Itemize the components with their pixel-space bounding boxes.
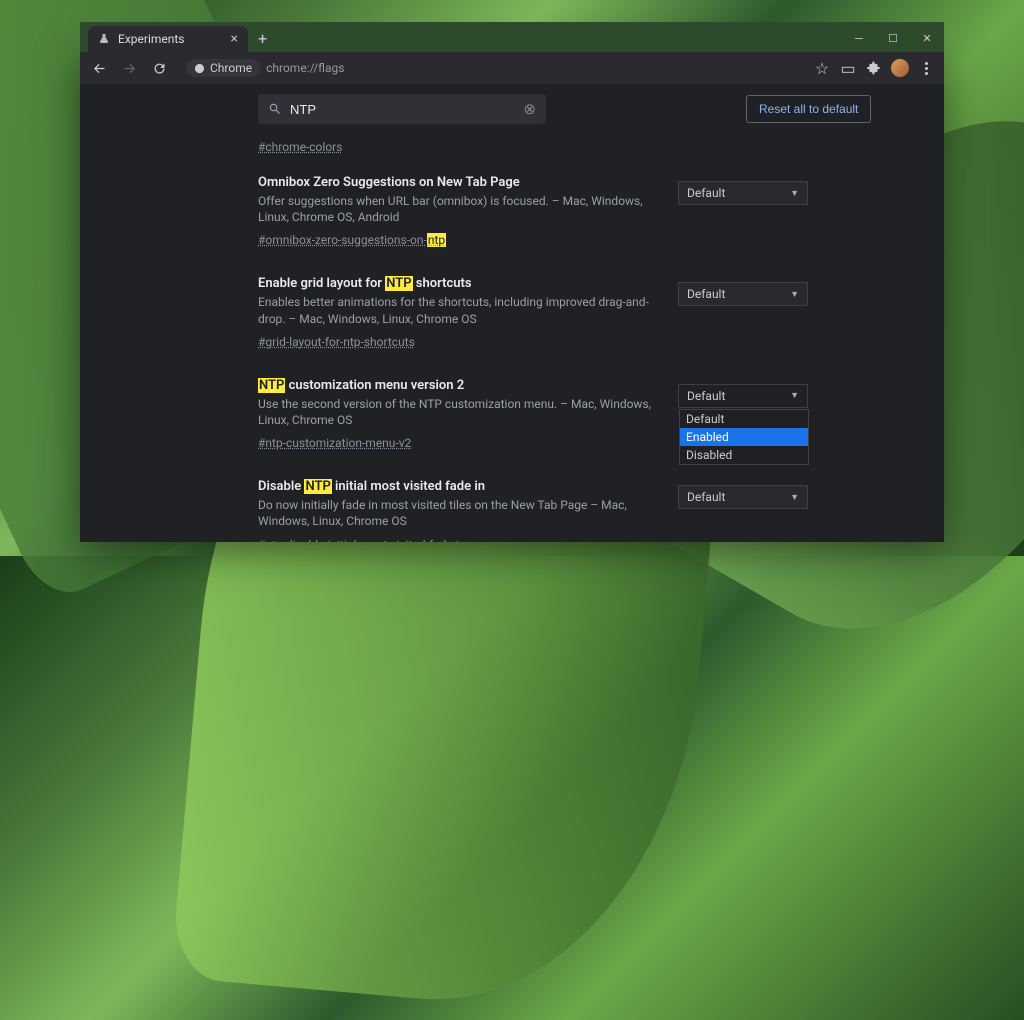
back-button[interactable]	[86, 55, 112, 81]
chrome-icon	[194, 63, 205, 74]
close-button[interactable]: ✕	[910, 24, 944, 52]
clear-icon[interactable]: ⊗	[523, 100, 536, 118]
search-input[interactable]	[290, 102, 515, 117]
flag-item: Enable grid layout for NTP shortcuts Ena…	[258, 262, 872, 363]
toolbar: Chrome chrome://flags ☆ ▭	[80, 52, 944, 84]
tab-title: Experiments	[118, 32, 185, 46]
flag-description: Use the second version of the NTP custom…	[258, 396, 658, 428]
menu-button[interactable]	[914, 56, 938, 80]
flag-item: NTP customization menu version 2 Use the…	[258, 364, 872, 465]
search-icon	[268, 102, 282, 116]
minimize-button[interactable]: ─	[842, 24, 876, 52]
tab-experiments[interactable]: Experiments ×	[88, 26, 248, 52]
flag-dropdown: Default Enabled Disabled	[679, 409, 809, 465]
flag-item: Disable NTP initial most visited fade in…	[258, 465, 872, 542]
flag-select[interactable]: Default▼	[678, 282, 808, 306]
address-bar[interactable]: Chrome chrome://flags	[176, 56, 806, 80]
chevron-down-icon: ▼	[790, 390, 799, 401]
chevron-down-icon: ▼	[790, 492, 799, 503]
flag-item: Omnibox Zero Suggestions on New Tab Page…	[258, 161, 872, 262]
flags-search[interactable]: ⊗	[258, 94, 546, 124]
flag-link[interactable]: #ntp-disable-initial-most-visited-fade-i…	[258, 538, 466, 543]
flag-description: Do now initially fade in most visited ti…	[258, 497, 658, 529]
dropdown-option[interactable]: Disabled	[680, 446, 808, 464]
flag-link[interactable]: #omnibox-zero-suggestions-on-ntp	[258, 233, 446, 247]
dropdown-option[interactable]: Default	[680, 410, 808, 428]
reload-button[interactable]	[146, 55, 172, 81]
flag-select[interactable]: Default▼	[678, 485, 808, 509]
close-icon[interactable]: ×	[231, 31, 238, 47]
site-chip: Chrome	[186, 59, 260, 77]
chevron-down-icon: ▼	[790, 289, 799, 300]
dropdown-option[interactable]: Enabled	[680, 428, 808, 446]
forward-button[interactable]	[116, 55, 142, 81]
flag-description: Enables better animations for the shortc…	[258, 294, 658, 326]
flag-title: Omnibox Zero Suggestions on New Tab Page	[258, 175, 658, 190]
reset-all-button[interactable]: Reset all to default	[746, 95, 871, 123]
flag-link[interactable]: #ntp-customization-menu-v2	[258, 436, 411, 450]
browser-window: Experiments × + ─ ☐ ✕ Chrome chrome://fl…	[80, 52, 944, 542]
chevron-down-icon: ▼	[790, 188, 799, 199]
flag-description: Offer suggestions when URL bar (omnibox)…	[258, 193, 658, 225]
flag-title: Enable grid layout for NTP shortcuts	[258, 276, 658, 291]
url-text: chrome://flags	[266, 61, 344, 75]
avatar[interactable]	[888, 56, 912, 80]
flag-title: Disable NTP initial most visited fade in	[258, 479, 658, 494]
star-icon[interactable]: ☆	[810, 56, 834, 80]
flag-link[interactable]: #chrome-colors	[258, 140, 342, 154]
maximize-button[interactable]: ☐	[876, 24, 910, 52]
flag-title: NTP customization menu version 2	[258, 378, 658, 393]
flag-link[interactable]: #grid-layout-for-ntp-shortcuts	[258, 335, 415, 349]
extensions-icon[interactable]	[862, 56, 886, 80]
tab-strip: Experiments × + ─ ☐ ✕	[80, 22, 944, 52]
new-tab-button[interactable]: +	[248, 29, 277, 52]
flag-select[interactable]: Default▼	[678, 181, 808, 205]
flag-select[interactable]: Default▼ Default Enabled Disabled	[678, 384, 808, 408]
flask-icon	[98, 33, 110, 45]
content-area: ⊗ Reset all to default #chrome-colors Om…	[80, 84, 944, 542]
battery-icon[interactable]: ▭	[836, 56, 860, 80]
